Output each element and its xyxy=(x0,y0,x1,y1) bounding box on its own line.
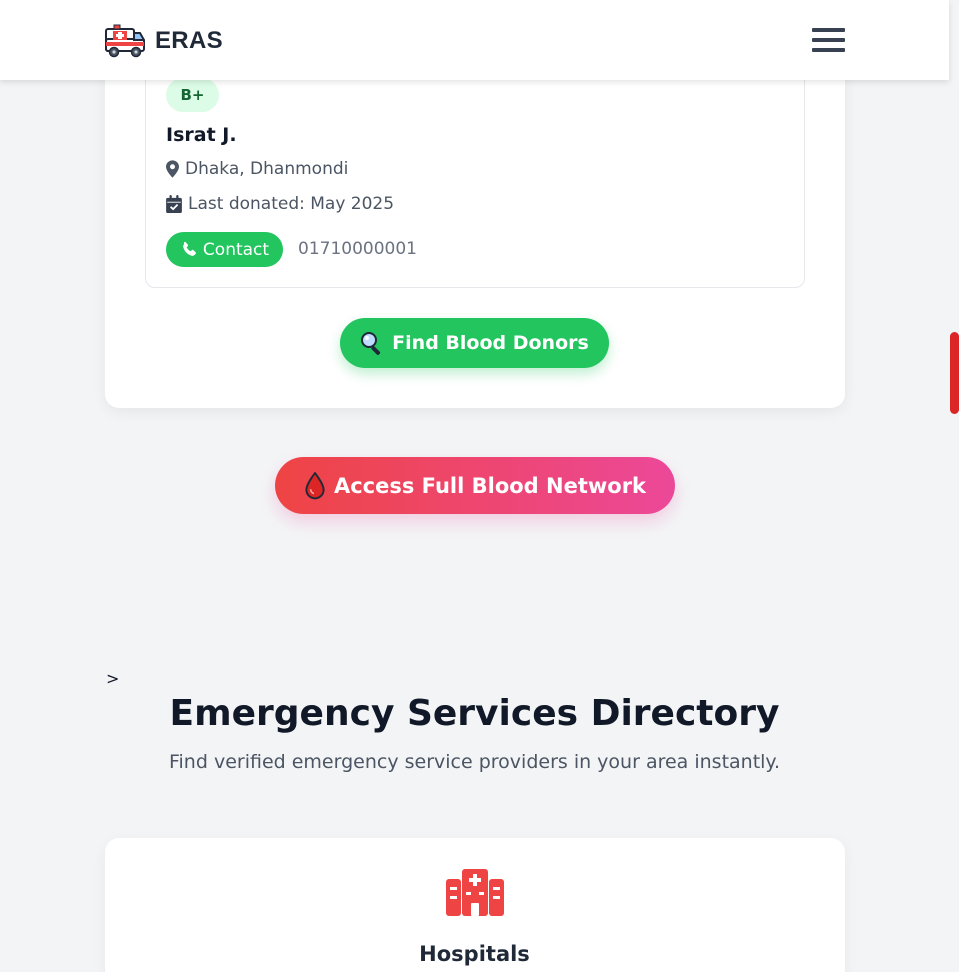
find-blood-donors-button[interactable]: Find Blood Donors xyxy=(340,318,609,368)
stray-text: > xyxy=(106,669,120,688)
section-title: Emergency Services Directory xyxy=(169,693,780,734)
donor-location-text: Dhaka, Dhanmondi xyxy=(185,159,349,179)
scrollbar-track[interactable] xyxy=(949,0,959,972)
blood-group-badge: B+ xyxy=(166,78,219,112)
scrollbar-thumb[interactable] xyxy=(950,332,959,414)
calendar-check-icon xyxy=(166,195,182,213)
contact-button[interactable]: Contact xyxy=(166,232,283,267)
brand-name: ERAS xyxy=(155,27,223,54)
section-subtitle: Find verified emergency service provider… xyxy=(168,751,781,773)
contact-button-label: Contact xyxy=(202,239,270,260)
map-pin-icon xyxy=(166,160,179,178)
top-navbar: ERAS xyxy=(0,0,949,80)
service-title-hospitals: Hospitals xyxy=(419,942,530,966)
donor-last-donated: Last donated: May 2025 xyxy=(166,194,394,214)
hospital-icon xyxy=(446,869,504,916)
donor-location: Dhaka, Dhanmondi xyxy=(166,159,348,179)
donor-phone-number: 01710000001 xyxy=(298,239,417,259)
brand-logo[interactable]: ERAS xyxy=(105,23,223,59)
magnifying-glass-icon xyxy=(361,332,381,355)
access-full-blood-network-button[interactable]: Access Full Blood Network xyxy=(275,457,675,514)
donor-name: Israt J. xyxy=(166,124,237,146)
last-donated-text: Last donated: May 2025 xyxy=(188,194,395,214)
access-full-blood-network-label: Access Full Blood Network xyxy=(333,473,647,498)
ambulance-icon xyxy=(105,24,145,58)
hamburger-menu-icon[interactable] xyxy=(812,27,846,53)
phone-icon xyxy=(183,241,196,256)
blood-drop-icon xyxy=(305,471,325,499)
find-blood-donors-label: Find Blood Donors xyxy=(392,332,589,354)
